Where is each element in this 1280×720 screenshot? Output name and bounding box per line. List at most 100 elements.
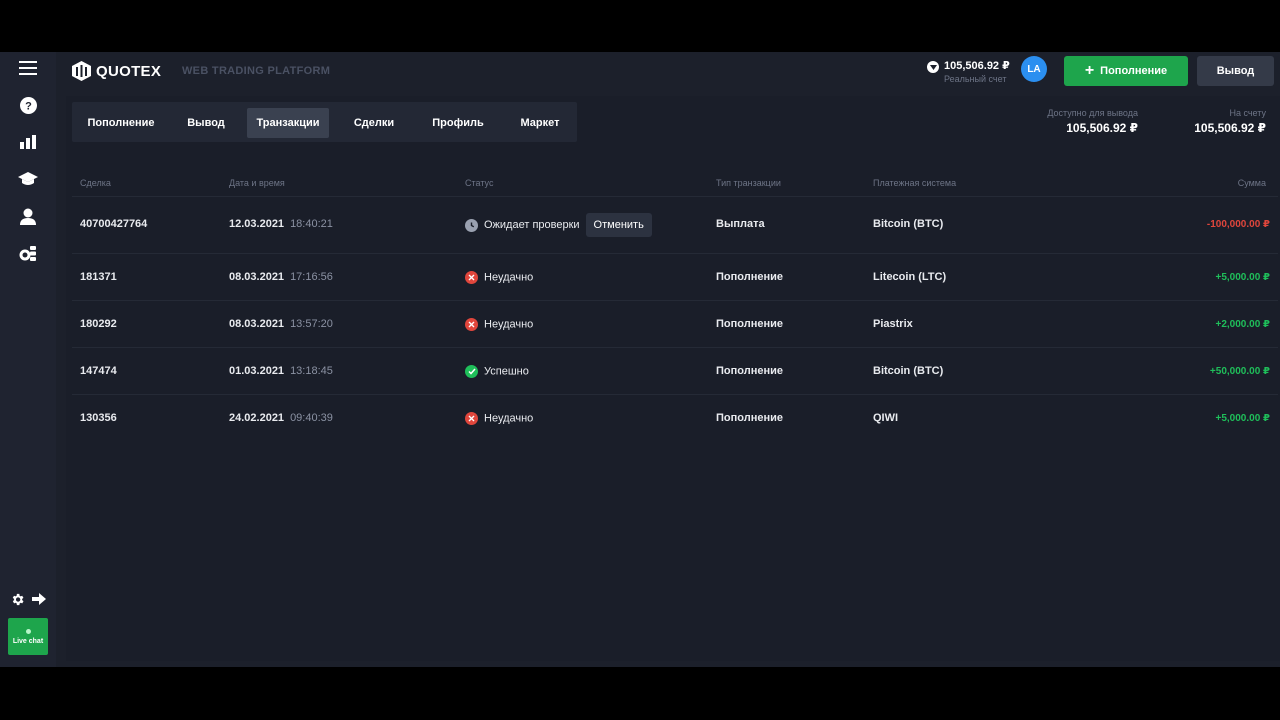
live-chat-label: Live chat (12, 637, 44, 645)
svg-text:?: ? (25, 100, 32, 112)
table-row: 180292 08.03.2021 13:57:20 Неудачно Пополнен… (72, 300, 1278, 347)
transaction-amount: +2,000.00 ₽ (1215, 319, 1270, 330)
payment-system: Piastrix (873, 318, 913, 330)
header-type: Тип транзакции (716, 178, 781, 188)
available-summary: Доступно для вывода 105,506.92 ₽ (1047, 108, 1138, 135)
transaction-type: Пополнение (716, 412, 783, 424)
logo-text: QUOTEX (96, 62, 162, 80)
transaction-status: Неудачно (465, 412, 533, 425)
transaction-time: 13:57:20 (290, 318, 333, 330)
deal-id: 181371 (80, 271, 117, 283)
education-icon[interactable] (16, 167, 40, 191)
tab-withdraw[interactable]: Вывод (172, 108, 240, 138)
live-chat-button[interactable]: Live chat (8, 618, 48, 655)
transaction-status: Успешно (465, 365, 529, 378)
error-icon (465, 271, 478, 284)
top-bar: QUOTEX WEB TRADING PLATFORM 105,506.92 ₽… (56, 52, 1280, 92)
platform-label: WEB TRADING PLATFORM (182, 65, 331, 77)
user-icon[interactable] (16, 204, 40, 228)
check-icon (465, 365, 478, 378)
error-icon (465, 412, 478, 425)
account-type: Реальный счет (944, 74, 1007, 84)
chevron-down-icon (927, 61, 939, 73)
tab-profile[interactable]: Профиль (418, 108, 498, 138)
transactions-panel: Пополнение Вывод Транзакции Сделки Профи… (66, 96, 1280, 661)
deal-id: 130356 (80, 412, 117, 424)
transaction-datetime: 08.03.2021 13:57:20 (229, 318, 333, 330)
transaction-status: Неудачно (465, 318, 533, 331)
cancel-button[interactable]: Отменить (585, 213, 652, 237)
balance-value: 105,506.92 ₽ (944, 60, 1010, 72)
table-row: 40700427764 12.03.2021 18:40:21 Ожидает про… (72, 196, 1278, 252)
status-text: Неудачно (484, 318, 534, 331)
table-row: 147474 01.03.2021 13:18:45 Успешно Пополнени… (72, 347, 1278, 394)
online-indicator (25, 628, 31, 634)
transaction-amount: +5,000.00 ₽ (1215, 413, 1270, 424)
header-amount: Сумма (1237, 178, 1266, 188)
table-row: 130356 24.02.2021 09:40:39 Неудачно Пополнен… (72, 394, 1278, 441)
tab-transactions[interactable]: Транзакции (247, 108, 329, 138)
arrow-right-icon[interactable] (28, 587, 50, 611)
transaction-date: 08.03.2021 (229, 271, 285, 283)
payment-system: Litecoin (LTC) (873, 271, 947, 283)
header-system: Платежная система (873, 178, 957, 188)
header-status: Статус (465, 178, 494, 188)
coins-icon[interactable] (16, 241, 40, 265)
transaction-datetime: 24.02.2021 09:40:39 (229, 412, 333, 424)
transaction-amount: -100,000.00 ₽ (1206, 219, 1270, 230)
chart-icon[interactable] (16, 130, 40, 154)
transaction-time: 13:18:45 (290, 365, 333, 377)
deal-id: 180292 (80, 318, 117, 330)
transaction-datetime: 12.03.2021 18:40:21 (229, 218, 333, 230)
available-value: 105,506.92 ₽ (1066, 121, 1138, 135)
tab-deposit[interactable]: Пополнение (78, 108, 164, 138)
logo-icon (72, 61, 91, 81)
transaction-type: Пополнение (716, 365, 783, 377)
left-sidebar: ? Live chat (0, 52, 56, 667)
transaction-time: 17:16:56 (290, 271, 333, 283)
account-summary: На счету 105,506.92 ₽ (1194, 108, 1266, 135)
header-datetime: Дата и время (229, 178, 285, 188)
deal-id: 40700427764 (80, 218, 148, 230)
transaction-status: Ожидает проверки Отменить (465, 213, 652, 237)
status-text: Ожидает проверки (484, 219, 580, 231)
status-text: Неудачно (484, 271, 534, 284)
transaction-type: Выплата (716, 218, 765, 230)
payment-system: QIWI (873, 412, 899, 424)
available-label: Доступно для вывода (1047, 108, 1138, 118)
status-text: Успешно (484, 365, 529, 378)
app-window: ? Live chat QUOTEX WEB TRADING PLATFORM … (0, 52, 1280, 667)
menu-icon[interactable] (16, 56, 40, 80)
transaction-date: 01.03.2021 (229, 365, 285, 377)
transaction-datetime: 08.03.2021 17:16:56 (229, 271, 333, 283)
transaction-amount: +50,000.00 ₽ (1209, 366, 1270, 377)
transaction-amount: +5,000.00 ₽ (1215, 272, 1270, 283)
transaction-datetime: 01.03.2021 13:18:45 (229, 365, 333, 377)
transaction-date: 12.03.2021 (229, 218, 285, 230)
payment-system: Bitcoin (BTC) (873, 365, 944, 377)
account-label: На счету (1229, 108, 1266, 118)
section-tabs: Пополнение Вывод Транзакции Сделки Профи… (72, 102, 577, 142)
deposit-button[interactable]: + Пополнение (1064, 56, 1188, 86)
account-value: 105,506.92 ₽ (1194, 121, 1266, 135)
withdraw-button[interactable]: Вывод (1197, 56, 1274, 86)
transaction-date: 24.02.2021 (229, 412, 285, 424)
transaction-type: Пополнение (716, 271, 783, 283)
error-icon (465, 318, 478, 331)
help-icon[interactable]: ? (16, 93, 40, 117)
tab-market[interactable]: Маркет (504, 108, 576, 138)
transaction-type: Пополнение (716, 318, 783, 330)
clock-icon (465, 218, 478, 232)
tab-deals[interactable]: Сделки (340, 108, 408, 138)
gear-icon[interactable] (6, 587, 28, 611)
deal-id: 147474 (80, 365, 117, 377)
transaction-date: 08.03.2021 (229, 318, 285, 330)
avatar[interactable]: LA (1021, 56, 1047, 82)
payment-system: Bitcoin (BTC) (873, 218, 944, 230)
status-text: Неудачно (484, 412, 534, 425)
header-deal: Сделка (80, 178, 111, 188)
transaction-status: Неудачно (465, 271, 533, 284)
balance-selector[interactable]: 105,506.92 ₽ Реальный счет (924, 56, 1014, 86)
transaction-time: 09:40:39 (290, 412, 333, 424)
quotex-logo[interactable]: QUOTEX (72, 60, 161, 82)
